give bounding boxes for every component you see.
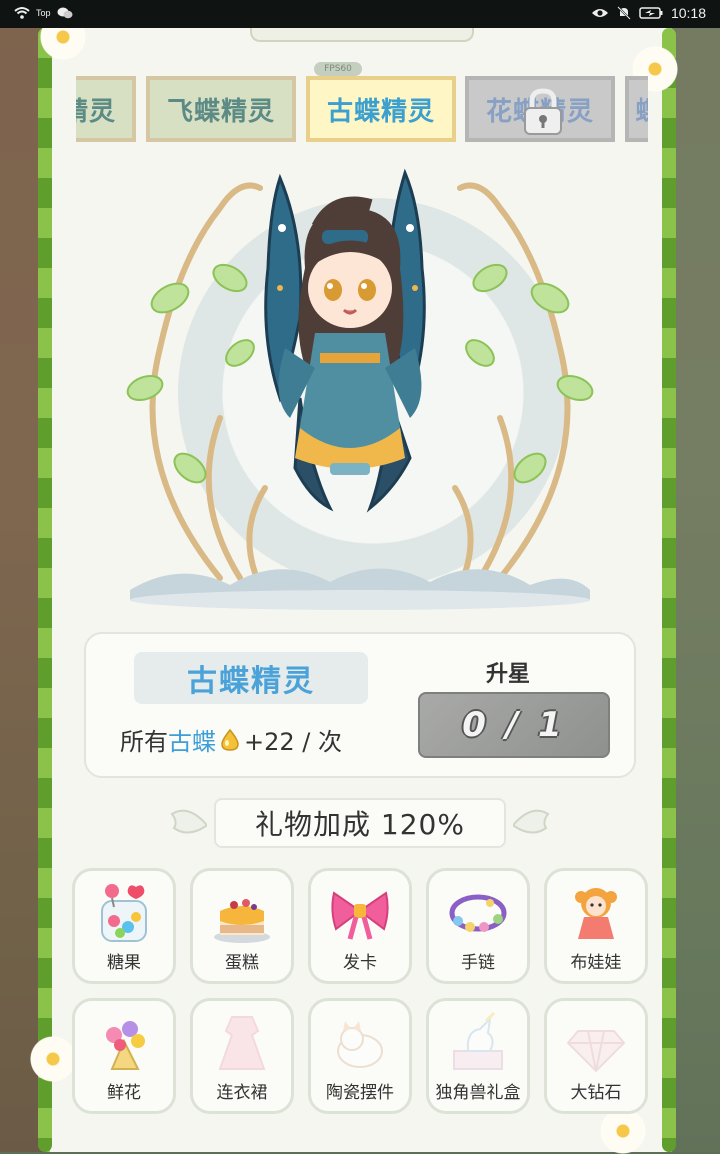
doll-icon bbox=[575, 888, 617, 939]
upgrade-star-button[interactable]: 0 / 1 bbox=[418, 692, 610, 758]
cloud-pedestal bbox=[130, 568, 590, 610]
panel-top-tab bbox=[250, 28, 474, 42]
gift-candy[interactable]: 糖果 bbox=[72, 868, 176, 984]
gift-label: 陶瓷摆件 bbox=[326, 1083, 394, 1103]
daisy-flower-icon bbox=[30, 1036, 76, 1082]
gift-doll[interactable]: 布娃娃 bbox=[544, 868, 648, 984]
battery-icon bbox=[639, 7, 663, 19]
tab-next-spirit-locked[interactable]: 蝶 bbox=[625, 76, 648, 142]
fps-counter: FPS60 bbox=[314, 62, 362, 76]
gift-bracelet[interactable]: 手链 bbox=[426, 868, 530, 984]
clock: 10:18 bbox=[670, 5, 706, 21]
gift-label: 手链 bbox=[461, 953, 495, 973]
vine-right-decoration bbox=[662, 28, 676, 1152]
bow-hairclip-icon bbox=[331, 891, 389, 940]
tab-flower-butterfly-spirit-locked[interactable]: 花蝶精灵 bbox=[465, 76, 615, 142]
effect-amount: +22 / 次 bbox=[244, 728, 342, 756]
gift-label: 鲜花 bbox=[107, 1083, 141, 1103]
wechat-icon bbox=[57, 7, 73, 19]
gift-hairclip[interactable]: 发卡 bbox=[308, 868, 412, 984]
gift-bonus-text: 礼物加成 120% bbox=[255, 808, 465, 841]
diamond-icon bbox=[566, 1030, 626, 1073]
gift-ceramic-ornament[interactable]: 陶瓷摆件 bbox=[308, 998, 412, 1114]
bracelet-icon bbox=[449, 894, 507, 932]
character-showcase bbox=[90, 168, 630, 618]
gift-label: 大钻石 bbox=[570, 1083, 622, 1103]
gift-cake[interactable]: 蛋糕 bbox=[190, 868, 294, 984]
cake-icon bbox=[214, 899, 270, 943]
status-bar: Top 10:18 bbox=[0, 0, 720, 28]
gift-label: 发卡 bbox=[343, 953, 377, 973]
ceramic-cat-icon bbox=[337, 1021, 383, 1068]
wifi-icon bbox=[14, 7, 30, 19]
vine-left-decoration bbox=[38, 28, 52, 1152]
unicorn-box-icon bbox=[453, 1011, 503, 1070]
gift-dress[interactable]: 连衣裙 bbox=[190, 998, 294, 1114]
eye-icon bbox=[591, 9, 608, 17]
lock-icon bbox=[524, 88, 562, 135]
gift-label: 连衣裙 bbox=[216, 1083, 268, 1103]
gift-label: 糖果 bbox=[107, 953, 141, 973]
golden-drop-icon bbox=[221, 728, 239, 751]
gift-label: 布娃娃 bbox=[570, 953, 622, 973]
gift-label: 蛋糕 bbox=[225, 953, 259, 973]
butterfly-fairy-character bbox=[264, 168, 426, 513]
gift-bonus-box: 礼物加成 120% bbox=[214, 798, 506, 848]
wing-right-icon bbox=[513, 809, 550, 834]
spirit-info-card: 古蝶精灵 所有 古蝶 +22 / 次 升星 0 / 1 bbox=[84, 632, 636, 778]
gift-flowers[interactable]: 鲜花 bbox=[72, 998, 176, 1114]
upgrade-star-label: 升星 bbox=[486, 662, 531, 687]
tab-ancient-butterfly-spirit[interactable]: 古蝶精灵 bbox=[306, 76, 456, 142]
wing-left-icon bbox=[170, 809, 207, 834]
spirit-name: 古蝶精灵 bbox=[187, 664, 315, 699]
gift-bonus-banner: 礼物加成 120% bbox=[168, 796, 552, 854]
effect-prefix: 所有 bbox=[120, 728, 168, 756]
gift-unicorn-box[interactable]: 独角兽礼盒 bbox=[426, 998, 530, 1114]
spirit-effect: 所有 古蝶 +22 / 次 bbox=[120, 722, 342, 757]
dress-icon bbox=[218, 1016, 266, 1070]
candy-jar-icon bbox=[101, 884, 147, 942]
upgrade-progress: 0 / 1 bbox=[462, 705, 566, 745]
gift-label: 独角兽礼盒 bbox=[435, 1083, 521, 1103]
effect-target: 古蝶 bbox=[168, 728, 216, 756]
network-label: Top bbox=[36, 8, 51, 18]
tab-spirit-partial[interactable]: 精灵 bbox=[76, 76, 136, 142]
mute-bell-icon bbox=[617, 6, 631, 20]
spirit-tab-bar: 精灵 飞蝶精灵 古蝶精灵 花蝶精灵 蝶 bbox=[76, 76, 648, 144]
gift-big-diamond[interactable]: 大钻石 bbox=[544, 998, 648, 1114]
spirit-name-box: 古蝶精灵 bbox=[134, 652, 368, 704]
flower-bouquet-icon bbox=[106, 1021, 145, 1070]
tab-flying-butterfly-spirit[interactable]: 飞蝶精灵 bbox=[146, 76, 296, 142]
gift-grid: 糖果 蛋糕 发卡 手链 布娃娃 鲜花 连衣裙 陶瓷摆件 独角兽礼盒 大钻石 bbox=[72, 868, 656, 1122]
